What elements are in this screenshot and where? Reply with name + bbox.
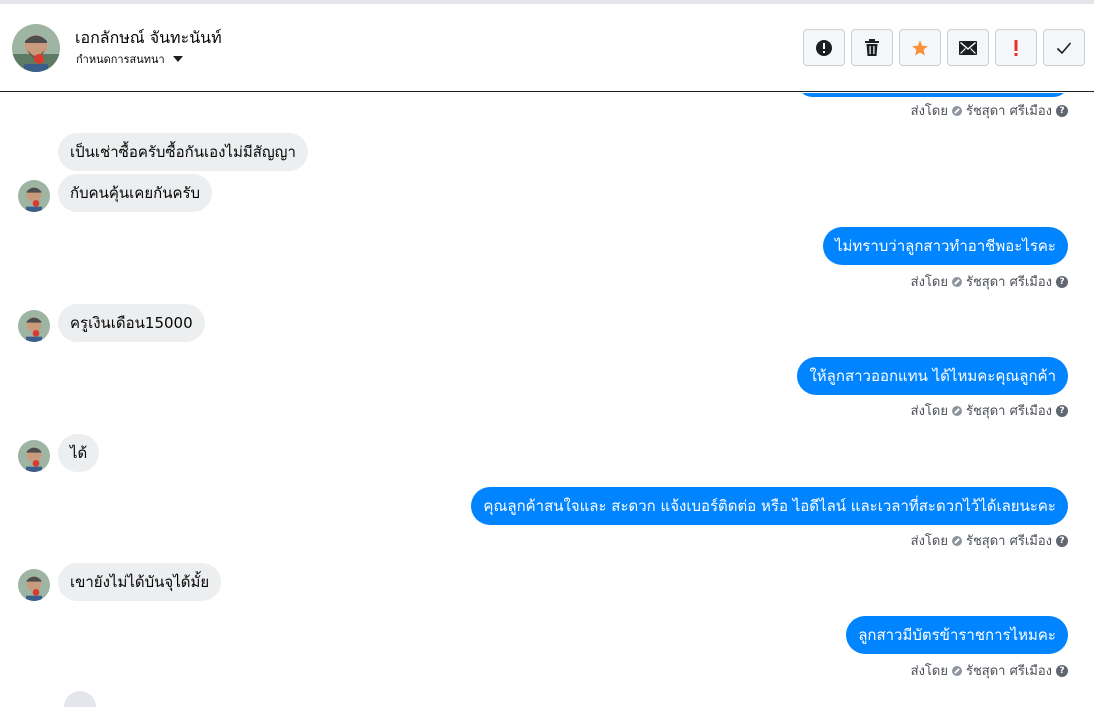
important-button[interactable] (995, 29, 1037, 66)
sent-by-agent[interactable]: รัชสุดา ศรีเมือง (966, 271, 1052, 292)
sender-avatar[interactable] (18, 180, 50, 212)
message-bubble-outgoing[interactable]: ให้ลูกสาวออกแทน ได้ไหมคะคุณลูกค้า (797, 357, 1068, 395)
sent-by-info: ส่งโดย รัชสุดา ศรีเมือง ? (911, 271, 1068, 292)
caret-down-icon (172, 56, 183, 62)
sender-avatar[interactable] (18, 310, 50, 342)
verified-icon (951, 665, 962, 676)
verified-icon (951, 405, 962, 416)
mail-button[interactable] (947, 29, 989, 66)
checkmark-icon (1056, 41, 1072, 54)
sent-by-prefix: ส่งโดย (910, 664, 948, 679)
star-button[interactable] (899, 29, 941, 66)
help-icon[interactable]: ? (1056, 664, 1068, 677)
thread-setting-dropdown[interactable]: กำหนดการสนทนา (76, 50, 183, 68)
conversation-header: เอกลักษณ์ จันทะนันท์ กำหนดการสนทนา (0, 4, 1094, 92)
sent-by-prefix: ส่งโดย (910, 104, 948, 119)
delete-button[interactable] (851, 29, 893, 66)
message-list[interactable]: ส่งโดย รัชสุดา ศรีเมือง ? เป็นเช่าซื้อคร… (0, 93, 1094, 707)
message-bubble-incoming[interactable]: เขายังไม่ได้บันจุได้มั้ย (58, 563, 222, 601)
message-bubble-incoming[interactable]: ครูเงินเดือน15000 (58, 304, 205, 342)
envelope-icon (959, 40, 977, 55)
sent-by-prefix: ส่งโดย (910, 534, 948, 549)
report-button[interactable] (803, 29, 845, 66)
sender-avatar[interactable] (18, 440, 50, 472)
trash-icon (865, 38, 879, 56)
done-button[interactable] (1043, 29, 1085, 66)
thread-setting-label: กำหนดการสนทนา (76, 53, 165, 66)
exclamation-icon (1014, 39, 1018, 56)
message-bubble-outgoing[interactable]: คุณลูกค้าสนใจและ สะดวก แจ้งเบอร์ติดต่อ ห… (471, 487, 1068, 525)
sent-by-info: ส่งโดย รัชสุดา ศรีเมือง ? (911, 400, 1068, 421)
sender-avatar-partial (64, 691, 96, 707)
sent-by-info: ส่งโดย รัชสุดา ศรีเมือง ? (911, 100, 1068, 121)
message-bubble-incoming[interactable]: เป็นเช่าซื้อครับซื้อกันเองไม่มีสัญญา (58, 133, 308, 171)
sent-by-agent[interactable]: รัชสุดา ศรีเมือง (966, 100, 1052, 121)
contact-avatar[interactable] (12, 24, 60, 72)
verified-icon (951, 535, 962, 546)
sent-by-agent[interactable]: รัชสุดา ศรีเมือง (966, 400, 1052, 421)
help-icon[interactable]: ? (1056, 404, 1068, 417)
sender-avatar[interactable] (18, 569, 50, 601)
help-icon[interactable]: ? (1056, 104, 1068, 117)
message-bubble-incoming[interactable]: กับคนคุ้นเคยกันครับ (58, 174, 213, 212)
verified-icon (951, 105, 962, 116)
contact-name[interactable]: เอกลักษณ์ จันทะนันท์ (75, 26, 222, 51)
toolbar (803, 29, 1085, 66)
sent-by-info: ส่งโดย รัชสุดา ศรีเมือง ? (911, 660, 1068, 681)
help-icon[interactable]: ? (1056, 534, 1068, 547)
sent-by-info: ส่งโดย รัชสุดา ศรีเมือง ? (911, 530, 1068, 551)
message-bubble-outgoing[interactable]: ไม่ทราบว่าลูกสาวทำอาชีพอะไรคะ (822, 227, 1068, 265)
sent-by-agent[interactable]: รัชสุดา ศรีเมือง (966, 530, 1052, 551)
help-icon[interactable]: ? (1056, 275, 1068, 288)
message-bubble-outgoing[interactable]: ลูกสาวมีบัตรข้าราชการไหมคะ (846, 616, 1068, 654)
message-bubble-incoming[interactable]: ได้ (58, 434, 100, 472)
alert-circle-icon (816, 39, 832, 56)
sent-by-prefix: ส่งโดย (910, 404, 948, 419)
sent-by-agent[interactable]: รัชสุดา ศรีเมือง (966, 660, 1052, 681)
message-bubble-outgoing-partial (798, 93, 1068, 97)
star-icon (912, 40, 928, 55)
sent-by-prefix: ส่งโดย (910, 275, 948, 290)
verified-icon (951, 276, 962, 287)
